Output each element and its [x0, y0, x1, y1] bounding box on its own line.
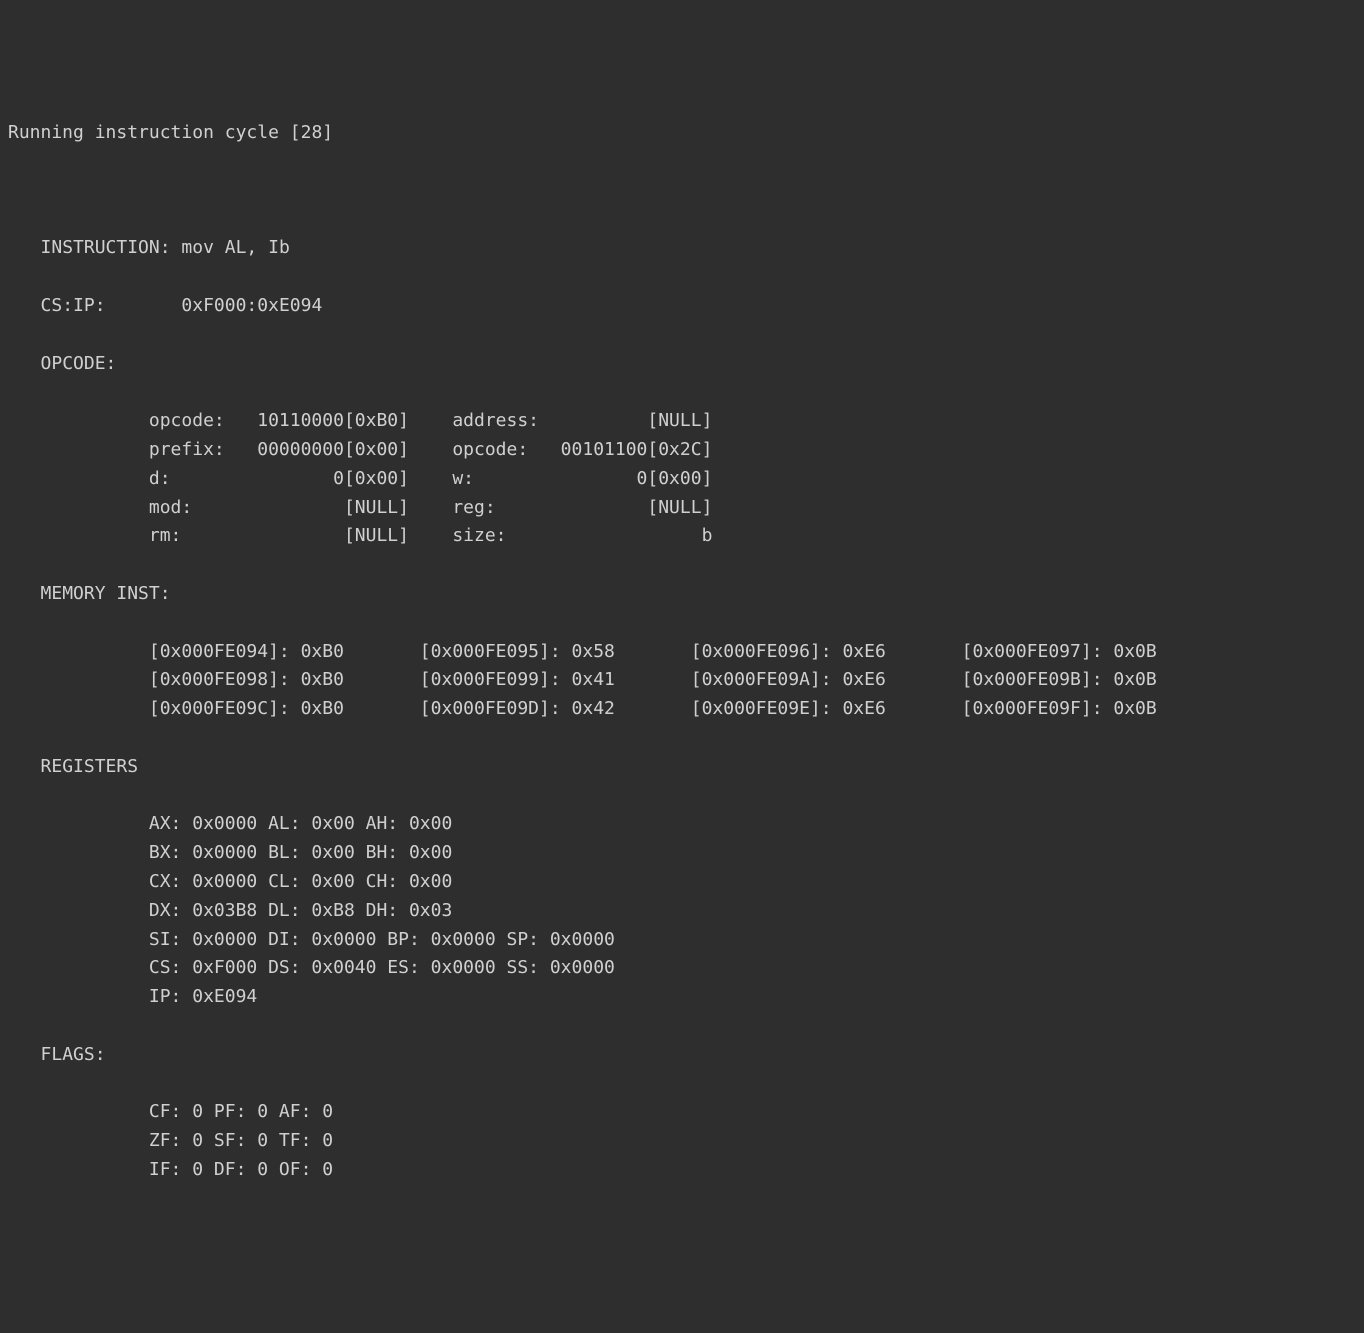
- register-row: CS: 0xF000 DS: 0x0040 ES: 0x0000 SS: 0x0…: [8, 954, 1356, 983]
- instruction-label: INSTRUCTION:: [41, 237, 171, 258]
- memory-rows: [0x000FE094]: 0xB0 [0x000FE095]: 0x58 [0…: [8, 638, 1356, 724]
- register-row: AX: 0x0000 AL: 0x00 AH: 0x00: [8, 810, 1356, 839]
- register-row: IP: 0xE094: [8, 983, 1356, 1012]
- register-row: SI: 0x0000 DI: 0x0000 BP: 0x0000 SP: 0x0…: [8, 926, 1356, 955]
- opcode-row: mod: [NULL] reg: [NULL]: [8, 494, 1356, 523]
- opcode-label: OPCODE:: [41, 353, 117, 374]
- header-prefix: Running instruction cycle [: [8, 122, 301, 143]
- flags-header: FLAGS:: [8, 1041, 1356, 1070]
- memory-row: [0x000FE098]: 0xB0 [0x000FE099]: 0x41 [0…: [8, 666, 1356, 695]
- opcode-row: d: 0[0x00] w: 0[0x00]: [8, 465, 1356, 494]
- opcode-row: opcode: 10110000[0xB0] address: [NULL]: [8, 407, 1356, 436]
- registers-header: REGISTERS: [8, 753, 1356, 782]
- opcode-header: OPCODE:: [8, 350, 1356, 379]
- csip-value: 0xF000:0xE094: [181, 295, 322, 316]
- blank-line: [8, 177, 1356, 206]
- memory-row: [0x000FE094]: 0xB0 [0x000FE095]: 0x58 [0…: [8, 638, 1356, 667]
- memory-row: [0x000FE09C]: 0xB0 [0x000FE09D]: 0x42 [0…: [8, 695, 1356, 724]
- cycle-number: 28: [301, 122, 323, 143]
- header-suffix: ]: [322, 122, 333, 143]
- register-rows: AX: 0x0000 AL: 0x00 AH: 0x00 BX: 0x0000 …: [8, 810, 1356, 1012]
- register-row: CX: 0x0000 CL: 0x00 CH: 0x00: [8, 868, 1356, 897]
- flag-row: ZF: 0 SF: 0 TF: 0: [8, 1127, 1356, 1156]
- memory-label: MEMORY INST:: [41, 583, 171, 604]
- opcode-row: prefix: 00000000[0x00] opcode: 00101100[…: [8, 436, 1356, 465]
- opcode-rows: opcode: 10110000[0xB0] address: [NULL] p…: [8, 407, 1356, 551]
- instruction-value: mov AL, Ib: [181, 237, 289, 258]
- opcode-row: rm: [NULL] size: b: [8, 522, 1356, 551]
- instruction-line: INSTRUCTION: mov AL, Ib: [8, 234, 1356, 263]
- flag-rows: CF: 0 PF: 0 AF: 0 ZF: 0 SF: 0 TF: 0 IF: …: [8, 1098, 1356, 1184]
- flags-label: FLAGS:: [41, 1044, 106, 1065]
- csip-line: CS:IP: 0xF000:0xE094: [8, 292, 1356, 321]
- register-row: BX: 0x0000 BL: 0x00 BH: 0x00: [8, 839, 1356, 868]
- flag-row: CF: 0 PF: 0 AF: 0: [8, 1098, 1356, 1127]
- register-row: DX: 0x03B8 DL: 0xB8 DH: 0x03: [8, 897, 1356, 926]
- flag-row: IF: 0 DF: 0 OF: 0: [8, 1156, 1356, 1185]
- memory-header: MEMORY INST:: [8, 580, 1356, 609]
- header-line: Running instruction cycle [28]: [8, 119, 1356, 148]
- csip-label: CS:IP:: [41, 295, 106, 316]
- registers-label: REGISTERS: [41, 756, 139, 777]
